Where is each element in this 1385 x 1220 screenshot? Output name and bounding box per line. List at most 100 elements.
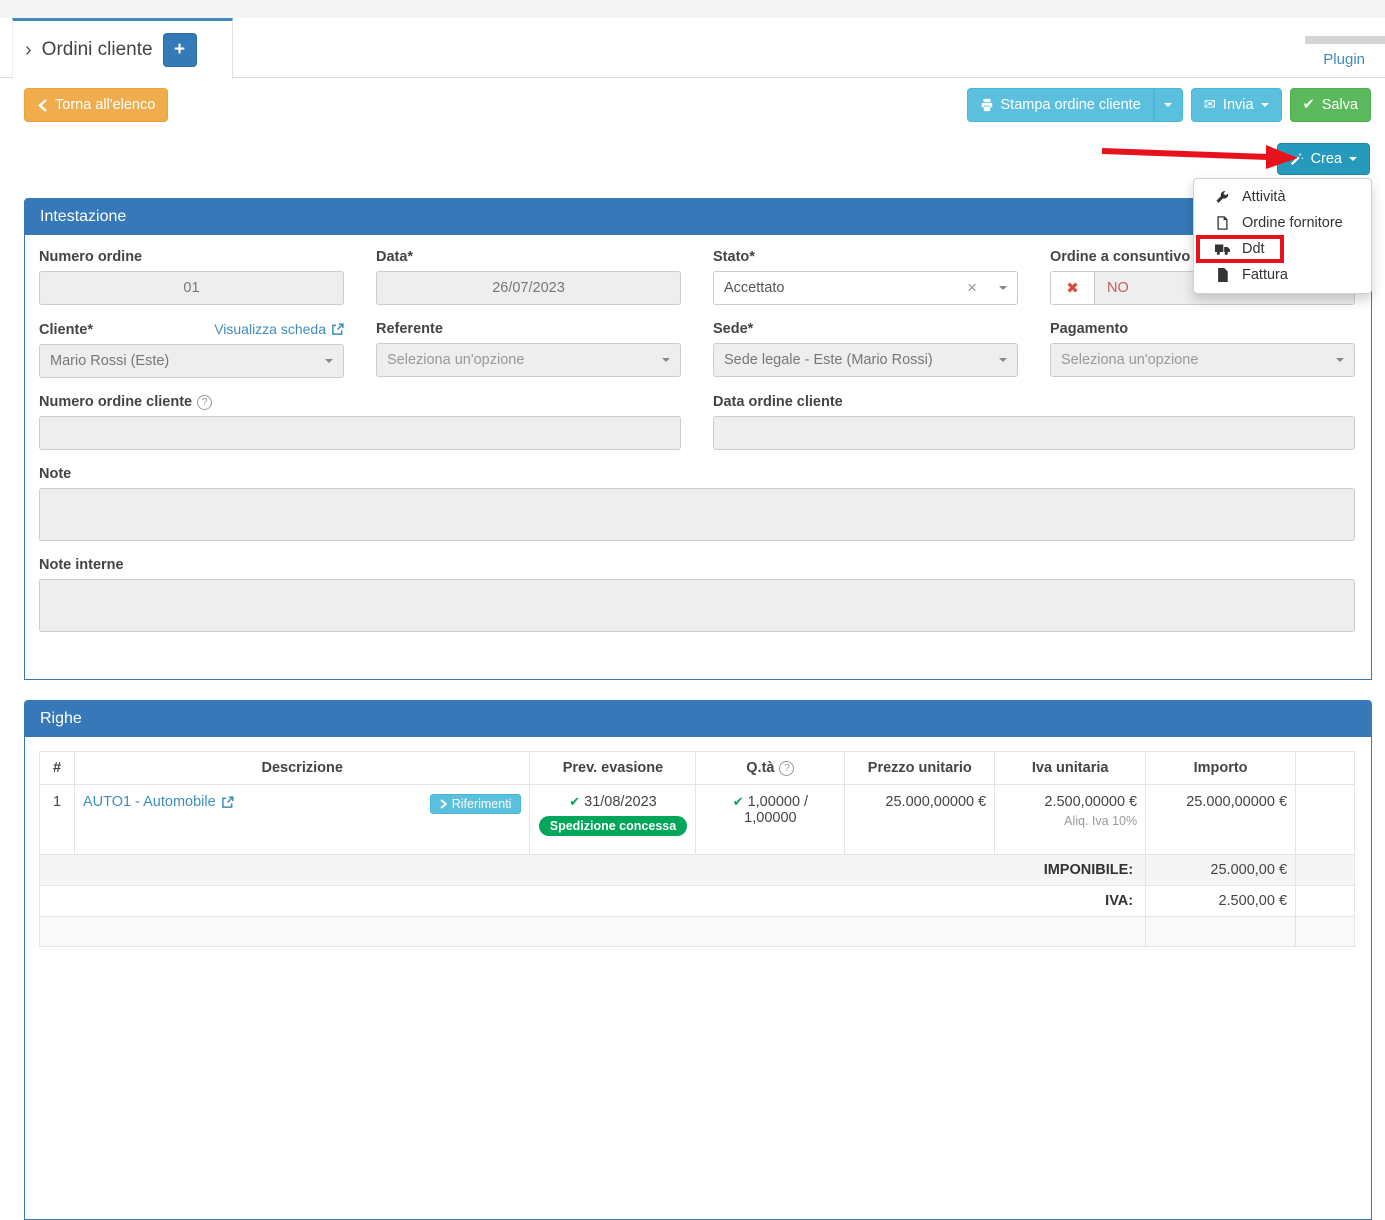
article-link[interactable]: AUTO1 - Automobile [83, 794, 234, 810]
caret-down-icon [999, 358, 1007, 362]
menu-item-label: Fattura [1242, 267, 1288, 283]
caret-down-icon [1349, 157, 1357, 161]
visualizza-scheda-link[interactable]: Visualizza scheda [214, 321, 344, 337]
back-button-label: Torna all'elenco [55, 97, 155, 113]
iva-value: 2.500,00 € [1146, 886, 1296, 917]
add-tab-button[interactable]: + [163, 33, 197, 67]
check-icon: ✔ [733, 794, 744, 809]
magic-wand-icon [1290, 152, 1304, 166]
cliente-label: Cliente* [39, 322, 93, 338]
referente-select[interactable]: Seleziona un'opzione [376, 343, 681, 377]
menu-item-ordine-fornitore[interactable]: Ordine fornitore [1194, 210, 1371, 236]
send-button-label: Invia [1223, 97, 1254, 113]
riferimenti-button[interactable]: Riferimenti [430, 794, 522, 814]
righe-table: # Descrizione Prev. evasione Q.tà? Prezz… [39, 751, 1355, 947]
pagamento-label: Pagamento [1050, 321, 1355, 337]
note-interne-textarea[interactable] [39, 579, 1355, 632]
caret-down-icon [325, 359, 333, 363]
menu-item-fattura[interactable]: Fattura [1194, 262, 1371, 288]
help-icon: ? [197, 395, 212, 410]
numero-ordine-label: Numero ordine [39, 249, 344, 265]
pagamento-select[interactable]: Seleziona un'opzione [1050, 343, 1355, 377]
referente-label: Referente [376, 321, 681, 337]
visualizza-scheda-label: Visualizza scheda [214, 321, 326, 337]
external-link-icon [221, 796, 234, 809]
cliente-select[interactable]: Mario Rossi (Este) [39, 344, 344, 378]
menu-item-label: Ordine fornitore [1242, 215, 1343, 231]
data-label: Data* [376, 249, 681, 265]
note-textarea[interactable] [39, 488, 1355, 541]
wrench-icon [1214, 190, 1230, 204]
riferimenti-label: Riferimenti [452, 797, 512, 811]
row-number: 1 [40, 785, 75, 855]
col-header-prev-evasione: Prev. evasione [530, 752, 696, 785]
check-icon: ✔ [1303, 97, 1315, 113]
caret-down-icon [999, 286, 1007, 290]
back-to-list-button[interactable]: Torna all'elenco [24, 88, 168, 122]
totale-row-partial [40, 917, 1355, 947]
create-dropdown-menu: Attività Ordine fornitore Ddt Fattura [1193, 178, 1372, 294]
sede-select[interactable]: Sede legale - Este (Mario Rossi) [713, 343, 1018, 377]
prezzo-unitario-value: 25.000,00000 € [845, 785, 995, 855]
caret-down-icon [662, 358, 670, 362]
create-button-label: Crea [1311, 151, 1342, 167]
save-button[interactable]: ✔ Salva [1290, 88, 1371, 122]
righe-panel: Righe # Descrizione Prev. evasione Q.tà?… [24, 700, 1372, 1220]
send-button[interactable]: ✉ Invia [1191, 88, 1282, 122]
tab-ordini-cliente[interactable]: › Ordini cliente + [12, 18, 233, 79]
data-input: 26/07/2023 [376, 271, 681, 305]
printer-icon [980, 98, 994, 112]
numero-ordine-cliente-input[interactable] [39, 416, 681, 450]
menu-item-attivita[interactable]: Attività [1194, 184, 1371, 210]
collapsed-tab[interactable] [1305, 36, 1385, 44]
save-button-label: Salva [1322, 97, 1358, 113]
col-header-descrizione: Descrizione [74, 752, 530, 785]
print-order-button[interactable]: Stampa ordine cliente [967, 88, 1154, 122]
envelope-icon: ✉ [1204, 97, 1216, 113]
imponibile-label: IMPONIBILE: [40, 855, 1146, 886]
col-header-iva: Iva unitaria [995, 752, 1146, 785]
note-interne-label: Note interne [39, 557, 1355, 573]
iva-row: IVA: 2.500,00 € [40, 886, 1355, 917]
imponibile-row: IMPONIBILE: 25.000,00 € [40, 855, 1355, 886]
data-ordine-cliente-input[interactable] [713, 416, 1355, 450]
note-label: Note [39, 466, 1355, 482]
caret-down-icon [1336, 358, 1344, 362]
file-outline-icon [1214, 216, 1230, 230]
check-icon: ✔ [569, 794, 580, 809]
menu-item-ddt[interactable]: Ddt [1194, 236, 1371, 262]
col-header-importo: Importo [1146, 752, 1296, 785]
col-header-prezzo: Prezzo unitario [845, 752, 995, 785]
print-button-label: Stampa ordine cliente [1001, 97, 1141, 113]
qta-total: 1,00000 [704, 810, 836, 826]
truck-icon [1214, 243, 1230, 256]
stato-label: Stato* [713, 249, 1018, 265]
intestazione-panel-header: Intestazione [25, 199, 1371, 235]
file-solid-icon [1214, 268, 1230, 282]
shipping-allowed-badge: Spedizione concessa [539, 816, 687, 836]
numero-ordine-input: 01 [39, 271, 344, 305]
prev-evasione-date: 31/08/2023 [584, 794, 657, 810]
data-ordine-cliente-label: Data ordine cliente [713, 394, 1355, 410]
row-actions-cell [1296, 785, 1355, 855]
intestazione-panel: Intestazione Numero ordine 01 Data* 26/0… [24, 198, 1372, 680]
iva-label: IVA: [40, 886, 1146, 917]
col-header-actions [1296, 752, 1355, 785]
stato-select[interactable]: Accettato × [713, 271, 1018, 305]
toggle-no-button[interactable]: ✖ [1050, 271, 1094, 305]
col-header-qta: Q.tà? [696, 752, 845, 785]
chevron-left-icon [37, 99, 48, 112]
numero-ordine-cliente-label: Numero ordine cliente? [39, 394, 681, 410]
iva-unitaria-value: 2.500,00000 € [1003, 794, 1137, 810]
qta-value: 1,00000 / [748, 794, 808, 810]
aliquota-iva-note: Aliq. Iva 10% [1003, 814, 1137, 828]
print-split-button: Stampa ordine cliente [967, 88, 1183, 122]
righe-panel-header: Righe [25, 701, 1371, 737]
plugin-link[interactable]: Plugin [1323, 51, 1365, 68]
chevron-right-icon [440, 799, 447, 809]
print-dropdown-toggle[interactable] [1154, 88, 1183, 122]
create-button[interactable]: Crea [1277, 143, 1370, 175]
caret-down-icon [1261, 103, 1269, 107]
sede-label: Sede* [713, 321, 1018, 337]
clear-icon[interactable]: × [967, 278, 977, 298]
